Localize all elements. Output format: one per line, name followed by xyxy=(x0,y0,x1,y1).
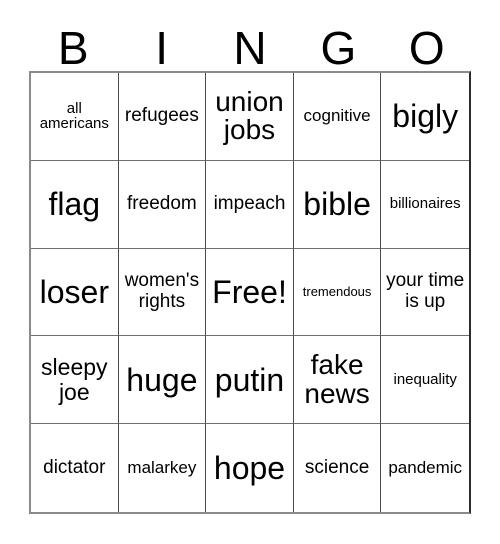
bingo-cell[interactable]: dictator xyxy=(31,424,119,512)
bingo-cell[interactable]: women's rights xyxy=(118,248,207,337)
bingo-cell-label: huge xyxy=(126,361,198,398)
bingo-header-letter-i: I xyxy=(155,22,168,74)
bingo-cell-label: union jobs xyxy=(215,85,284,146)
bingo-cell-label: putin xyxy=(214,361,285,398)
bingo-cell-label: tremendous xyxy=(302,284,372,300)
bingo-cell-label: malarkey xyxy=(127,457,197,477)
bingo-cell[interactable]: your time is up xyxy=(381,248,469,337)
bingo-cell[interactable]: sleepy joe xyxy=(31,336,119,425)
bingo-cell-label: cognitive xyxy=(303,106,371,126)
bingo-cell-label: bigly xyxy=(392,98,459,135)
bingo-cell-label: flag xyxy=(48,186,101,223)
bingo-cell-label: your time is up xyxy=(386,270,465,312)
bingo-header-row: B I N G O xyxy=(29,10,471,71)
bingo-cell[interactable]: pandemic xyxy=(381,424,469,512)
bingo-cell-label: science xyxy=(304,456,370,478)
bingo-cell-label: billionaires xyxy=(389,195,461,213)
bingo-header-letter-g: G xyxy=(320,22,357,74)
bingo-cell[interactable]: loser xyxy=(31,248,119,337)
bingo-header-letter-b: B xyxy=(57,22,89,74)
bingo-cell[interactable]: hope xyxy=(206,424,294,512)
bingo-cell[interactable]: refugees xyxy=(118,73,207,161)
bingo-cell-label: refugees xyxy=(124,105,199,127)
bingo-cell[interactable]: freedom xyxy=(118,160,207,249)
bingo-cell-label: impeach xyxy=(213,192,286,214)
bingo-cell-label: bible xyxy=(303,186,371,223)
bingo-cell[interactable]: inequality xyxy=(381,336,469,425)
bingo-cell-label: pandemic xyxy=(388,457,463,477)
bingo-cell-label: fake news xyxy=(304,349,370,409)
bingo-cell[interactable]: all americans xyxy=(31,73,119,161)
bingo-cell[interactable]: huge xyxy=(118,336,207,425)
bingo-cell-label: hope xyxy=(213,450,286,487)
bingo-cell[interactable]: fake news xyxy=(293,336,382,425)
bingo-cell-label: all americans xyxy=(39,99,109,133)
bingo-cell[interactable]: putin xyxy=(206,336,294,425)
bingo-cell[interactable]: bigly xyxy=(381,73,469,161)
bingo-cell-label: freedom xyxy=(127,192,197,214)
bingo-cell[interactable]: science xyxy=(293,424,382,512)
bingo-cell[interactable]: billionaires xyxy=(381,160,469,249)
bingo-card: B I N G O all americans refugees union job… xyxy=(29,10,471,514)
bingo-cell-label: sleepy joe xyxy=(41,354,108,405)
bingo-cell[interactable]: tremendous xyxy=(293,248,382,337)
bingo-header-letter-o: O xyxy=(408,22,445,74)
bingo-cell-label: inequality xyxy=(393,370,457,388)
bingo-cell[interactable]: union jobs xyxy=(206,73,294,161)
bingo-cell-label: dictator xyxy=(43,456,106,478)
bingo-grid: all americans refugees union jobs cognitive… xyxy=(29,71,471,514)
bingo-cell-label: Free! xyxy=(212,273,287,310)
bingo-header-letter-n: N xyxy=(233,22,267,74)
bingo-cell-label: women's rights xyxy=(124,270,200,312)
bingo-cell[interactable]: impeach xyxy=(206,160,294,249)
bingo-free-space-cell[interactable]: Free! xyxy=(206,248,294,337)
bingo-cell[interactable]: cognitive xyxy=(293,73,382,161)
bingo-cell-label: loser xyxy=(39,273,109,310)
bingo-cell[interactable]: malarkey xyxy=(118,424,207,512)
bingo-cell[interactable]: flag xyxy=(31,160,119,249)
bingo-cell[interactable]: bible xyxy=(293,160,382,249)
